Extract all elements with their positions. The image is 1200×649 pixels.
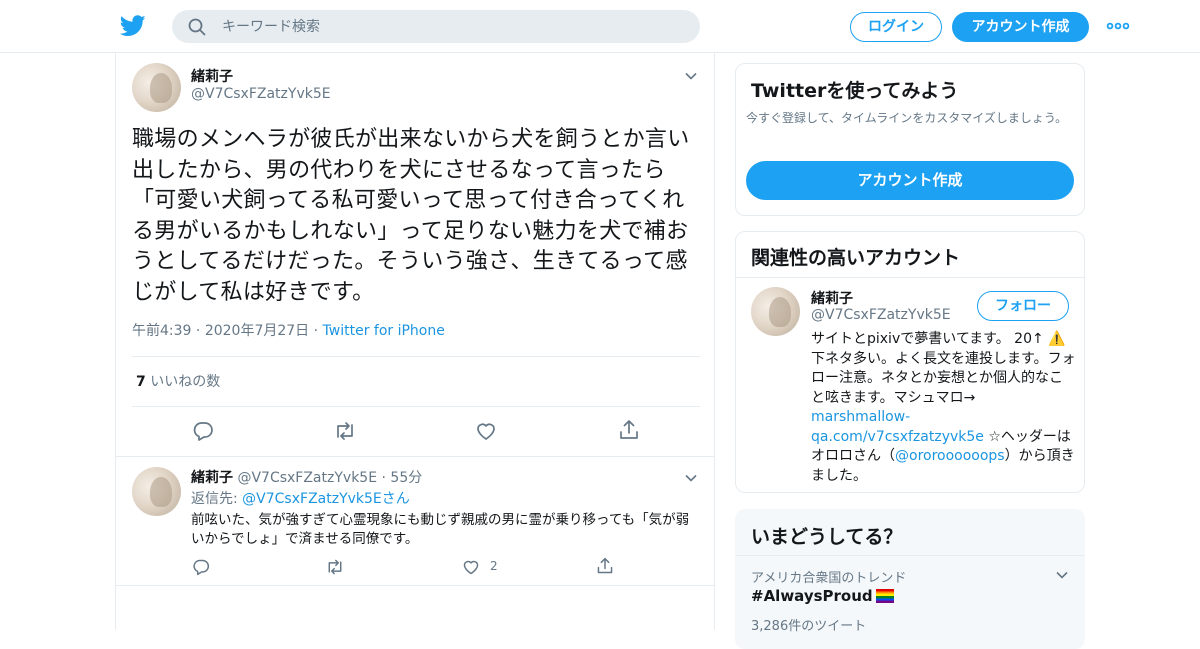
tweet-source-link[interactable]: Twitter for iPhone	[323, 323, 445, 339]
author-handle[interactable]: @V7CsxFZatzYvk5E	[237, 470, 377, 486]
main-timeline-column: 緒莉子 @V7CsxFZatzYvk5E 職場のメンヘラが彼氏が出来ないから犬を…	[115, 53, 715, 630]
trend-item[interactable]: #AlwaysProud	[751, 587, 894, 605]
twitter-bird-icon[interactable]	[120, 14, 146, 38]
search-input[interactable]	[222, 10, 682, 43]
retweet-icon[interactable]	[325, 558, 345, 576]
related-accounts-title: 関連性の高いアカウント	[751, 247, 961, 269]
account-bio: サイトとpixivで夢書いてます。 20↑ ⚠️下ネタ多い。よく長文を連投します…	[811, 330, 1076, 486]
bio-link[interactable]: marshmallow-qa.com/v7csxfzatzyvk5e	[811, 409, 984, 445]
reply-tweet[interactable]: 緒莉子 @V7CsxFZatzYvk5E · 55分 返信先: @V7CsxFZ…	[116, 456, 714, 586]
trends-card: いまどうしてる？ アメリカ合衆国のトレンド #AlwaysProud 3,286…	[735, 509, 1085, 649]
reply-to-suffix: さん	[381, 491, 410, 507]
trend-location: アメリカ合衆国のトレンド	[751, 571, 907, 586]
avatar[interactable]	[751, 287, 800, 336]
login-button[interactable]: ログイン	[850, 12, 942, 42]
divider	[132, 406, 700, 407]
tweet-text: 職場のメンヘラが彼氏が出来ないから犬を飼うとか言い出したから、男の代わりを犬にさ…	[132, 127, 690, 305]
reply-to-line: 返信先: @V7CsxFZatzYvk5Eさん	[191, 488, 410, 508]
chevron-down-icon[interactable]	[685, 72, 697, 80]
author-name[interactable]: 緒莉子	[191, 470, 233, 486]
likes-count: 7	[136, 374, 146, 390]
trends-title: いまどうしてる？	[751, 526, 903, 548]
account-handle[interactable]: @V7CsxFZatzYvk5E	[811, 307, 951, 323]
chevron-down-icon[interactable]	[1056, 571, 1068, 579]
author-handle[interactable]: @V7CsxFZatzYvk5E	[191, 86, 331, 102]
likes-summary[interactable]: 7 いいねの数	[136, 371, 220, 391]
rainbow-flag-icon	[875, 589, 894, 603]
tweet-time[interactable]: 午前4:39	[132, 323, 191, 339]
meta-separator: ·	[313, 323, 323, 339]
like-icon[interactable]	[462, 558, 480, 576]
trend-hashtag: #AlwaysProud	[751, 587, 873, 605]
account-name[interactable]: 緒莉子	[811, 288, 853, 308]
signup-card: Twitterを使ってみよう 今すぐ登録して、タイムラインをカスタマイズしましょ…	[735, 63, 1085, 216]
retweet-icon[interactable]	[333, 420, 357, 442]
search-icon	[188, 18, 206, 36]
signup-card-title: Twitterを使ってみよう	[751, 80, 959, 102]
reply-to-prefix: 返信先:	[191, 491, 238, 507]
tweet-meta: 午前4:39 · 2020年7月27日 · Twitter for iPhone	[132, 320, 445, 340]
divider	[736, 277, 1084, 278]
signup-card-button[interactable]: アカウント作成	[746, 161, 1074, 200]
likes-label: いいねの数	[150, 374, 221, 390]
meta-separator: ·	[195, 323, 205, 339]
chevron-down-icon[interactable]	[685, 474, 697, 482]
divider	[736, 555, 1084, 556]
share-icon[interactable]	[596, 557, 614, 575]
like-count: 2	[490, 559, 498, 573]
follow-button[interactable]: フォロー	[977, 291, 1069, 321]
bio-mention-link[interactable]: @ororoooooops	[895, 448, 1005, 464]
reply-to-handle-link[interactable]: @V7CsxFZatzYvk5E	[242, 491, 382, 507]
tweet-age[interactable]: 55分	[390, 470, 422, 486]
bio-text: サイトとpixivで夢書いてます。 20↑ ⚠️下ネタ多い。よく長文を連投します…	[811, 331, 1076, 406]
like-icon[interactable]	[475, 420, 497, 442]
reply-header: 緒莉子 @V7CsxFZatzYvk5E · 55分	[191, 467, 422, 487]
tweet-date[interactable]: 2020年7月27日	[205, 323, 309, 339]
search-box[interactable]	[172, 10, 700, 43]
related-accounts-card: 関連性の高いアカウント 緒莉子 @V7CsxFZatzYvk5E フォロー サイ…	[735, 231, 1085, 493]
reply-text: 前呟いた、気が強すぎて心霊現象にも動じず親戚の男に霊が乗り移っても「気が弱いから…	[191, 512, 690, 547]
reply-icon[interactable]	[192, 420, 214, 442]
more-dots-icon[interactable]	[1106, 20, 1130, 32]
top-navigation-bar: ログイン アカウント作成	[0, 0, 1200, 53]
divider	[132, 356, 700, 357]
avatar[interactable]	[132, 467, 181, 516]
avatar[interactable]	[132, 63, 181, 112]
reply-icon[interactable]	[192, 558, 210, 576]
trend-tweet-count: 3,286件のツイート	[751, 619, 867, 634]
signup-button[interactable]: アカウント作成	[952, 12, 1089, 42]
share-icon[interactable]	[618, 419, 640, 441]
signup-card-subtitle: 今すぐ登録して、タイムラインをカスタマイズしましょう。	[746, 111, 1068, 125]
author-name[interactable]: 緒莉子	[191, 66, 233, 86]
